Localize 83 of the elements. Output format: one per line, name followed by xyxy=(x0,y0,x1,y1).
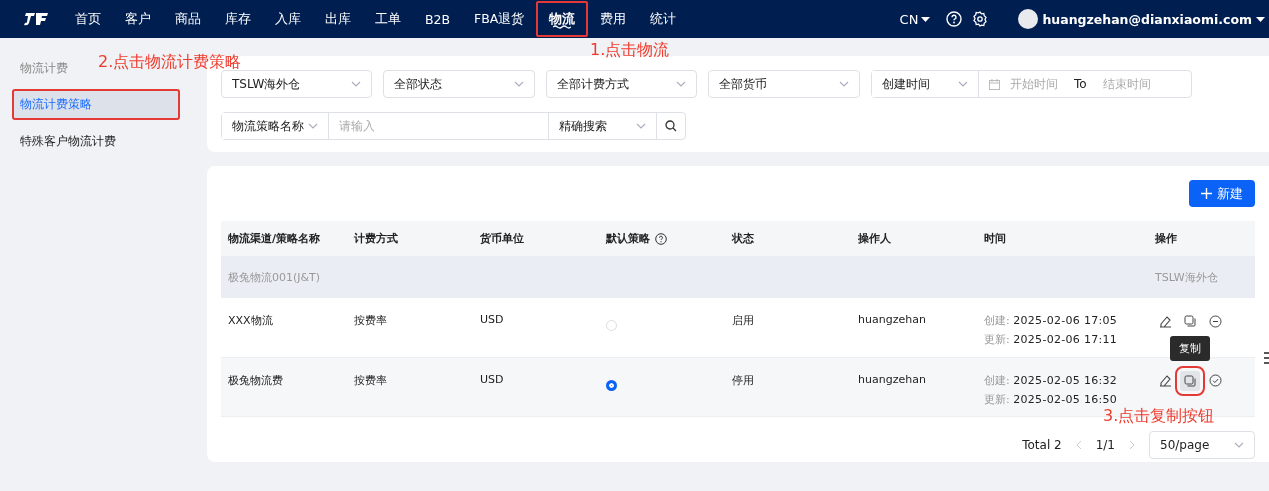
table-cell: huangzehan xyxy=(858,372,926,386)
billing-select[interactable]: 全部计费方式 xyxy=(546,70,697,98)
new-button[interactable]: 新建 xyxy=(1189,180,1255,207)
chevron-down-icon xyxy=(636,123,646,129)
time-value: 2025-02-06 17:05 xyxy=(1013,314,1118,327)
table-cell: 启用 xyxy=(732,314,754,327)
table-cell: USD xyxy=(480,313,504,326)
annotation-text: 2.点击物流计费策略 xyxy=(98,52,242,73)
nav-tab[interactable]: 库存 xyxy=(213,1,263,37)
nav-tab[interactable]: 费用 xyxy=(588,1,639,37)
check-circle-icon xyxy=(1208,374,1222,387)
nav-tab[interactable]: 入库 xyxy=(263,1,313,37)
chevron-down-icon xyxy=(351,81,361,87)
copy-icon xyxy=(1184,374,1196,387)
time-label: 更新: xyxy=(984,392,1010,406)
nav-tab[interactable]: 统计 xyxy=(638,1,689,37)
page-indicator: 1/1 xyxy=(1095,437,1115,452)
channel-group-name: 极兔物流001(J&T) xyxy=(228,270,321,284)
time-value: 2025-02-06 17:11 xyxy=(1013,333,1118,346)
eraser-icon xyxy=(1158,374,1172,387)
nav-tab[interactable]: 出库 xyxy=(313,1,363,37)
nav-tab[interactable]: 工单 xyxy=(363,1,413,37)
column-header: 货币单位 xyxy=(480,232,524,245)
column-header: 时间 xyxy=(984,232,1006,245)
avatar[interactable] xyxy=(1018,9,1039,29)
warehouse-select[interactable]: TSLW海外仓 xyxy=(221,70,372,98)
search-field-select[interactable]: 物流策略名称 xyxy=(222,113,329,139)
nav-tab[interactable]: 客户 xyxy=(113,1,163,37)
caret-icon xyxy=(921,16,931,22)
table-cell: USD xyxy=(480,372,504,386)
tooltip: 复制 xyxy=(1170,335,1210,361)
table-cell: huangzehan xyxy=(858,313,926,326)
nav-tab[interactable]: B2B xyxy=(413,1,463,37)
logo-icon xyxy=(22,12,49,26)
settings-icon[interactable] xyxy=(972,11,989,27)
chevron-down-icon xyxy=(308,123,318,129)
column-header: 操作 xyxy=(1155,232,1177,245)
language-selector[interactable]: CN xyxy=(893,10,937,28)
currency-select[interactable]: 全部货币 xyxy=(708,70,860,98)
wave-underline-icon xyxy=(553,25,572,29)
table-cell: 极兔物流费 xyxy=(228,373,283,387)
time-value: 2025-02-05 16:32 xyxy=(1013,373,1118,387)
page-size-select[interactable]: 50/page xyxy=(1149,430,1255,459)
annotation-text: 1.点击物流 xyxy=(590,40,670,61)
default-radio[interactable] xyxy=(606,379,617,391)
nav-tab[interactable]: FBA退货 xyxy=(462,1,537,37)
chevron-down-icon xyxy=(676,81,686,87)
column-header: 操作人 xyxy=(858,232,891,245)
time-label: 创建: xyxy=(984,373,1010,387)
search-icon xyxy=(665,120,677,132)
column-header: 计费方式 xyxy=(354,232,398,245)
time-label: 更新: xyxy=(984,333,1010,346)
nav-tab[interactable]: 商品 xyxy=(163,1,213,37)
chevron-down-icon xyxy=(1234,441,1244,448)
annotation-text: 3.点击复制按钮 xyxy=(1103,406,1215,427)
time-value: 2025-02-05 16:50 xyxy=(1013,392,1118,406)
help-icon[interactable] xyxy=(655,232,667,245)
table-cell: 按费率 xyxy=(354,373,387,387)
eraser-icon xyxy=(1158,314,1172,328)
search-bar[interactable]: 物流策略名称 请输入 精确搜索 xyxy=(221,112,686,140)
column-header: 默认策略 xyxy=(606,231,650,246)
chevron-down-icon xyxy=(839,81,849,87)
table-cell: XXX物流 xyxy=(228,314,273,327)
table-cell: 按费率 xyxy=(354,314,387,327)
time-label: 创建: xyxy=(984,314,1010,327)
nav-tab[interactable]: 首页 xyxy=(63,1,113,37)
sidebar-group-title: 物流计费 xyxy=(19,60,69,77)
column-header: 状态 xyxy=(732,232,754,245)
total-count: Total 2 xyxy=(1022,437,1062,452)
warehouse-name: TSLW海外仓 xyxy=(1155,270,1218,284)
sidebar-item[interactable]: 特殊客户物流计费 xyxy=(12,126,180,157)
nav-tab[interactable]: 物流 xyxy=(536,1,589,37)
plus-icon xyxy=(1201,188,1212,199)
minus-circle-icon xyxy=(1208,314,1222,328)
caret-icon xyxy=(1256,16,1265,22)
sidebar-item[interactable]: 物流计费策略 xyxy=(12,89,180,120)
drag-handle-icon[interactable] xyxy=(1264,352,1269,364)
chevron-down-icon xyxy=(514,81,524,87)
user-email[interactable]: huangzehan@dianxiaomi.com xyxy=(1042,11,1252,27)
copy-icon xyxy=(1184,315,1196,327)
table-cell: 停用 xyxy=(732,373,754,387)
status-select[interactable]: 全部状态 xyxy=(383,70,535,98)
column-header: 物流渠道/策略名称 xyxy=(228,232,321,245)
